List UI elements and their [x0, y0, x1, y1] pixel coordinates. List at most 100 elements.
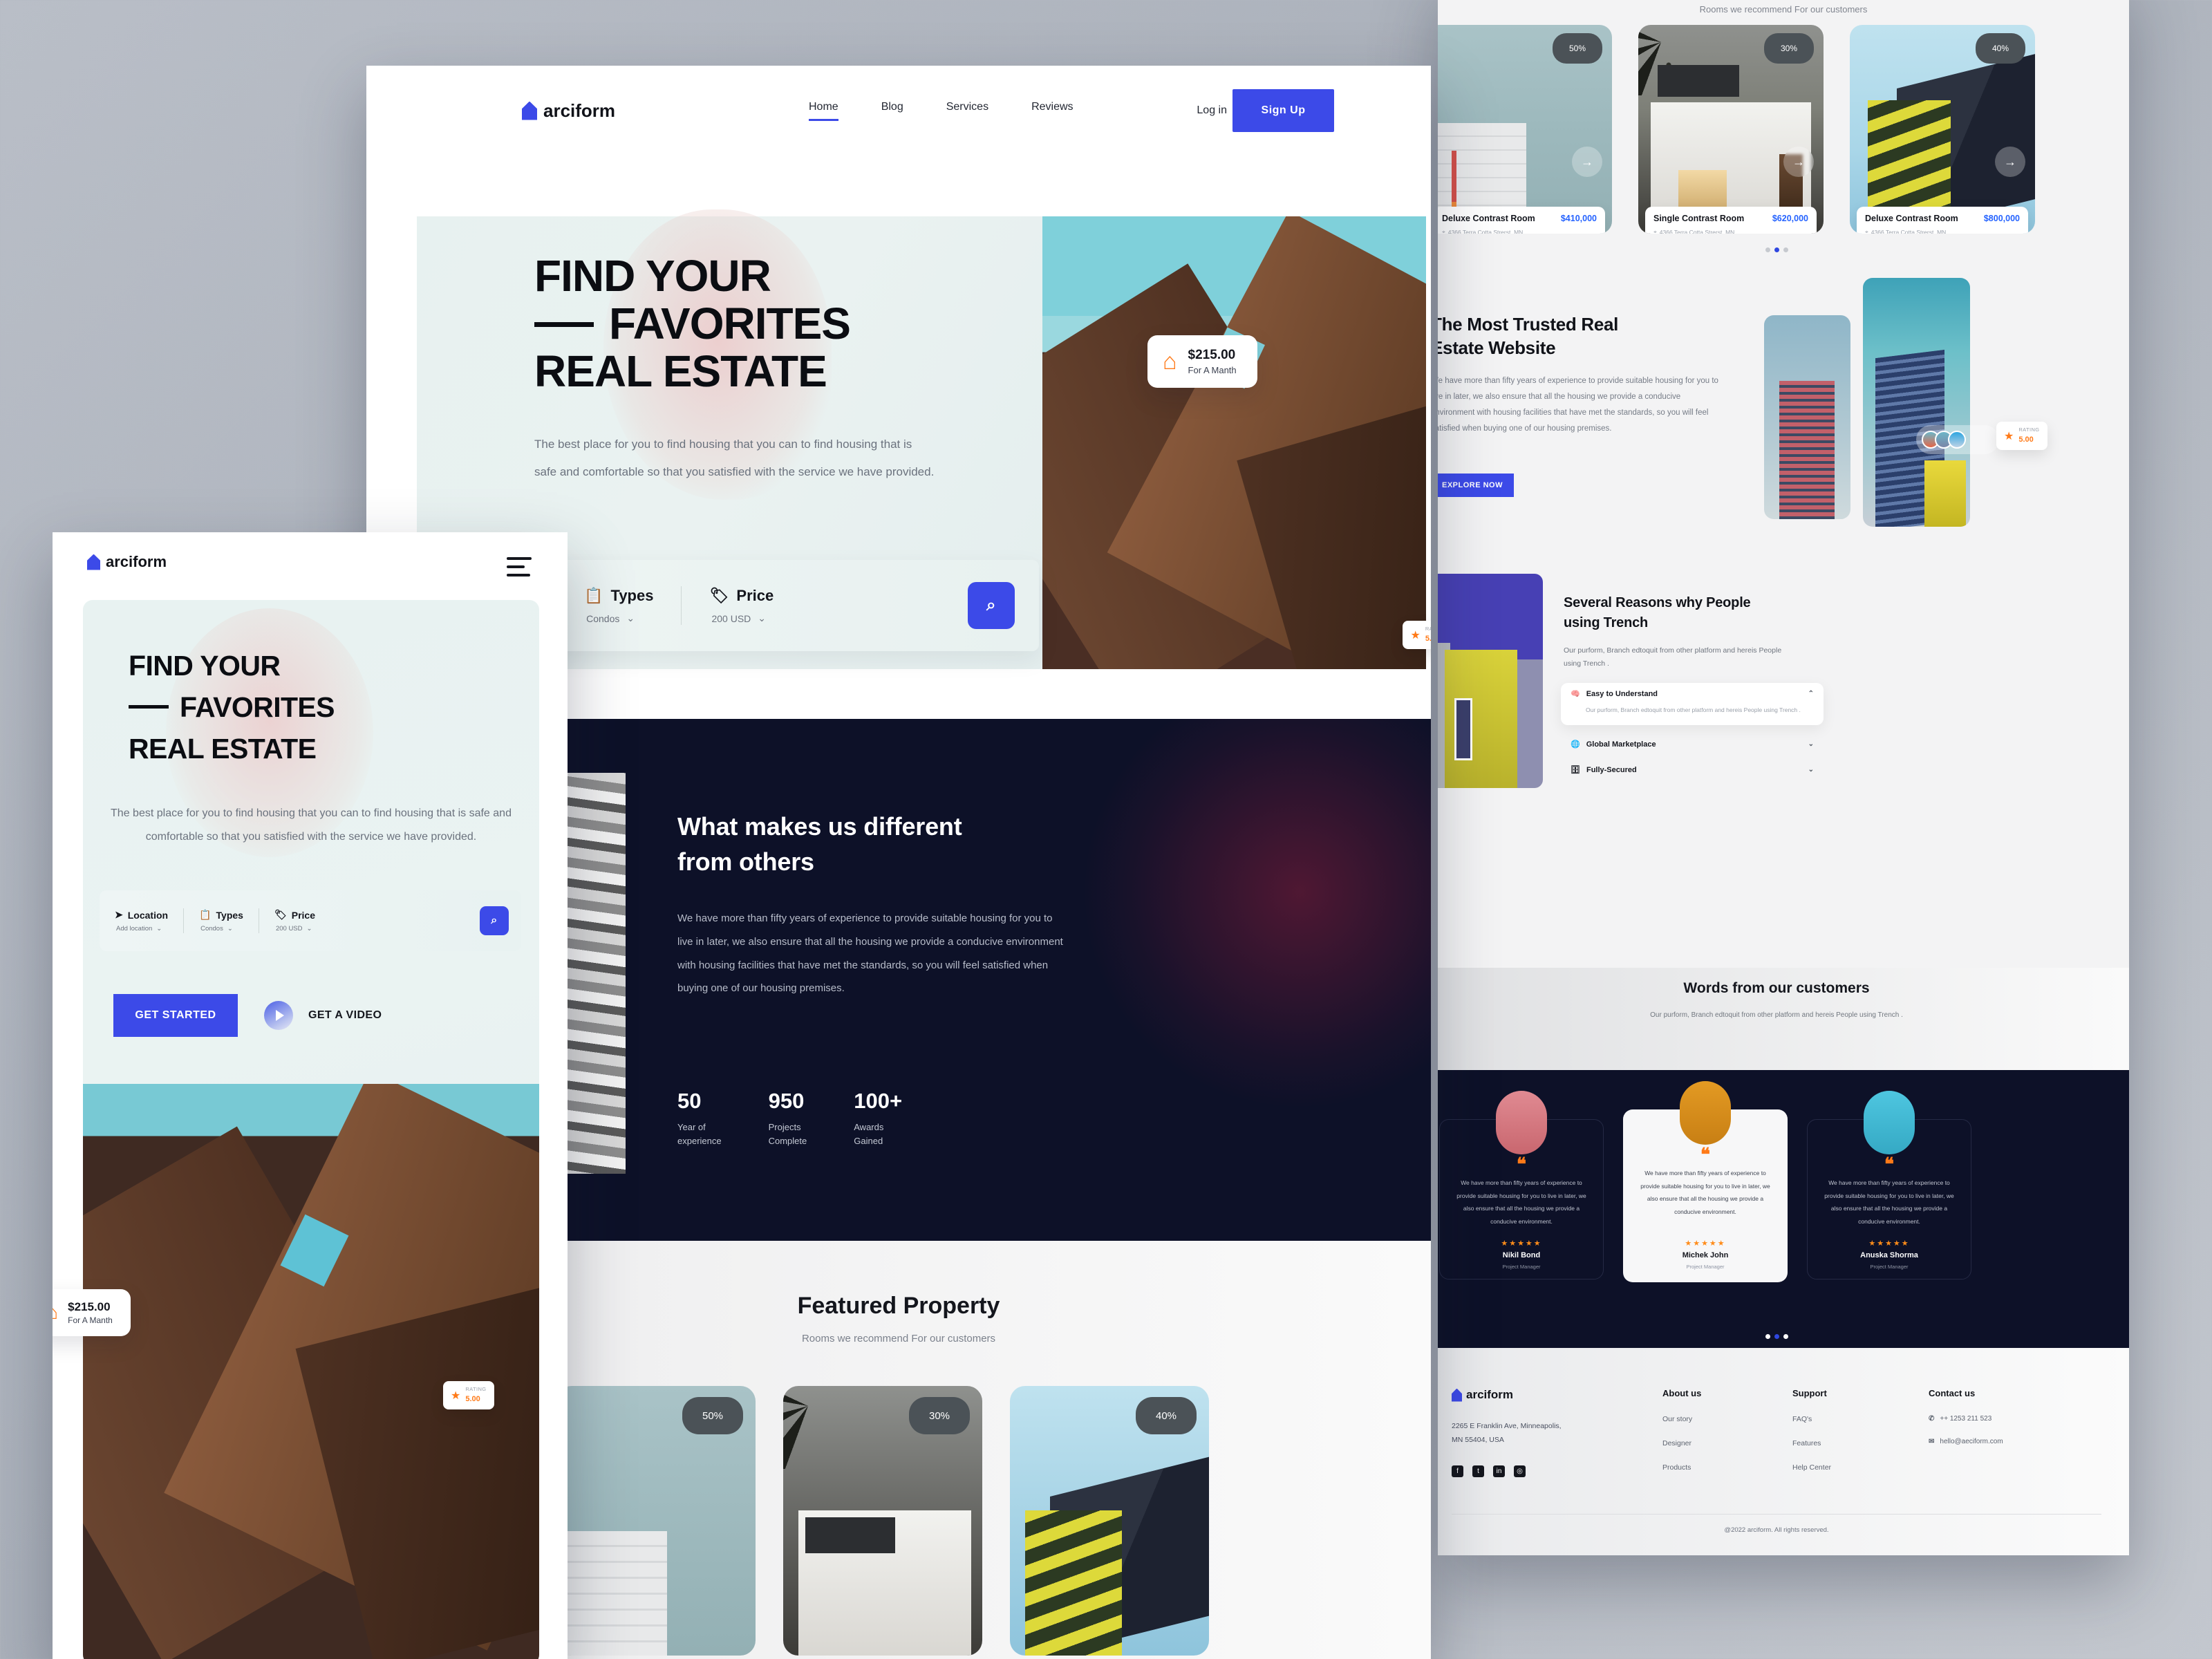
price-badge: ⌂ $215.00 For A Manth: [1147, 335, 1257, 388]
search-field-location[interactable]: ➤Location Add location⌄: [100, 909, 183, 932]
accordion-item-fully-secured[interactable]: 🗄 Fully-Secured ⌄: [1561, 759, 1824, 780]
chevron-down-icon[interactable]: ⌄: [758, 612, 766, 624]
pager-dot-active[interactable]: [1774, 1334, 1779, 1339]
price-tag-icon: 🏷: [709, 587, 729, 604]
footer-link[interactable]: Our story: [1662, 1415, 1701, 1423]
login-link[interactable]: Log in: [1197, 104, 1227, 117]
hero-photo: [83, 1084, 539, 1659]
search-field-price[interactable]: 🏷 Price 200 USD ⌄: [682, 587, 801, 624]
discount-badge: 40%: [1136, 1397, 1197, 1434]
play-icon[interactable]: [264, 1001, 293, 1030]
twitter-icon[interactable]: t: [1472, 1465, 1484, 1477]
chevron-down-icon[interactable]: ⌄: [227, 925, 233, 932]
accordion-item-easy-to-understand[interactable]: 🧠 Easy to Understand ⌃ Our purform, Bran…: [1561, 683, 1824, 726]
property-address: ⌖ 4366 Terra Cotta Strerst, MN: [1653, 228, 1808, 234]
stats-row: 50 Year of experience 950 Projects Complet…: [677, 1089, 902, 1148]
footer-column-title: Contact us: [1929, 1388, 1976, 1398]
discount-badge: 40%: [1976, 33, 2025, 64]
reasons-photo: [1438, 574, 1543, 788]
footer-link[interactable]: Products: [1662, 1463, 1701, 1472]
house-icon: ⌂: [1163, 348, 1177, 375]
clipboard-icon: 📋: [199, 909, 212, 920]
pager-dot[interactable]: [1783, 1334, 1788, 1339]
footer-copyright: @2022 arciform. All rights reserved.: [1724, 1526, 1829, 1534]
footer-link[interactable]: Designer: [1662, 1439, 1701, 1447]
arrow-right-icon[interactable]: →: [1995, 147, 2025, 177]
hero-title: FIND YOUR FAVORITES REAL ESTATE: [129, 650, 335, 765]
pager-dot[interactable]: [1783, 247, 1788, 252]
trusted-section: The Most Trusted Real Estate Website We h…: [1438, 278, 2129, 532]
star-icon: ★: [1410, 629, 1421, 641]
chevron-down-icon[interactable]: ⌄: [156, 925, 162, 932]
brain-icon: 🧠: [1571, 690, 1580, 698]
testimonial-card[interactable]: ❝ We have more than fifty years of exper…: [1807, 1091, 1971, 1280]
get-started-button[interactable]: GET STARTED: [113, 994, 238, 1037]
different-paragraph: We have more than fifty years of experie…: [677, 912, 1063, 995]
arrow-right-icon[interactable]: →: [1572, 147, 1602, 177]
footer-phone[interactable]: ✆ ++ 1253 211 523: [1929, 1415, 2003, 1423]
facebook-icon[interactable]: f: [1452, 1465, 1463, 1477]
testimonial-card-active[interactable]: ❝ We have more than fifty years of exper…: [1623, 1081, 1788, 1282]
testimonial-pager[interactable]: [1438, 1334, 2129, 1339]
map-pin-icon: ⌖: [1442, 228, 1445, 234]
decorative-glow: [1085, 719, 1431, 1106]
search-field-types[interactable]: 📋 Types Condos ⌄: [184, 909, 259, 932]
arrow-right-icon[interactable]: →: [1783, 147, 1814, 177]
linkedin-icon[interactable]: in: [1493, 1465, 1505, 1477]
featured-card[interactable]: 30%: [783, 1386, 982, 1656]
hero-paragraph: The best place for you to find housing t…: [534, 438, 935, 478]
chevron-down-icon[interactable]: ⌄: [626, 612, 635, 624]
nav-item-home[interactable]: Home: [809, 101, 838, 121]
signup-button[interactable]: Sign Up: [1232, 89, 1334, 132]
property-price: $410,000: [1560, 214, 1597, 223]
stat-label: Year of experience: [677, 1122, 722, 1147]
brand-logo[interactable]: arciform: [522, 100, 615, 122]
footer-social-links[interactable]: f t in ◎: [1452, 1465, 1526, 1477]
testimonial-name: Michek John: [1682, 1251, 1729, 1259]
footer-link[interactable]: Features: [1792, 1439, 1831, 1447]
carousel-pager[interactable]: [1438, 247, 2129, 252]
chevron-up-icon[interactable]: ⌃: [1808, 690, 1814, 697]
accordion-item-global-marketplace[interactable]: 🌐 Global Marketplace ⌄: [1561, 733, 1824, 755]
footer-email[interactable]: ✉ hello@aeciform.com: [1929, 1438, 2003, 1445]
star-rating: ★★★★★: [1868, 1239, 1910, 1248]
footer-column-about: About us Our story Designer Products: [1662, 1388, 1701, 1488]
instagram-icon[interactable]: ◎: [1514, 1465, 1526, 1477]
search-field-price[interactable]: 🏷 Price 200 USD ⌄: [259, 909, 330, 932]
chevron-down-icon[interactable]: ⌄: [307, 925, 312, 932]
star-icon: ★: [2004, 430, 2014, 442]
chevron-down-icon[interactable]: ⌄: [1808, 766, 1814, 774]
chevron-down-icon[interactable]: ⌄: [1808, 740, 1814, 748]
hero-photo: [1042, 216, 1426, 669]
brand-logo[interactable]: arciform: [87, 553, 167, 571]
nav-item-services[interactable]: Services: [946, 101, 988, 121]
nav-item-blog[interactable]: Blog: [881, 101, 903, 121]
pager-dot[interactable]: [1765, 247, 1770, 252]
avatar: [1948, 431, 1966, 449]
quote-icon: ❝: [1884, 1154, 1894, 1174]
footer-logo[interactable]: arciform: [1452, 1388, 1513, 1402]
testimonial-name: Anuska Shorma: [1860, 1251, 1918, 1259]
search-button[interactable]: ⌕: [480, 906, 509, 935]
footer-link[interactable]: FAQ's: [1792, 1415, 1831, 1423]
search-field-types[interactable]: 📋 Types Condos ⌄: [556, 587, 681, 624]
search-button[interactable]: ⌕: [968, 582, 1015, 629]
testimonials-subtitle: Our purform, Branch edtoquit from other …: [1650, 1011, 1903, 1019]
pager-dot[interactable]: [1765, 1334, 1770, 1339]
featured-card[interactable]: 50%: [556, 1386, 756, 1656]
testimonial-card[interactable]: ❝ We have more than fifty years of exper…: [1439, 1091, 1604, 1280]
property-card[interactable]: 40% → Deluxe Contrast Room $800,000 ⌖ 43…: [1850, 25, 2035, 234]
property-card[interactable]: 30% → Single Contrast Room $620,000 ⌖ 43…: [1638, 25, 1824, 234]
pager-dot-active[interactable]: [1774, 247, 1779, 252]
property-card[interactable]: 50% → Deluxe Contrast Room $410,000 ⌖ 43…: [1438, 25, 1612, 234]
testimonials-title: Words from our customers: [1683, 980, 1870, 996]
nav-item-reviews[interactable]: Reviews: [1031, 101, 1073, 121]
trusted-photo-right: [1863, 278, 1970, 527]
featured-card[interactable]: 40%: [1010, 1386, 1209, 1656]
testimonial-text: We have more than fifty years of experie…: [1824, 1179, 1954, 1226]
footer-link[interactable]: Help Center: [1792, 1463, 1831, 1472]
title-dash-icon: [129, 704, 169, 709]
explore-now-button[interactable]: EXPLORE NOW: [1438, 474, 1514, 497]
get-a-video-button[interactable]: GET A VIDEO: [264, 1001, 382, 1030]
hamburger-menu-icon[interactable]: [507, 557, 532, 577]
